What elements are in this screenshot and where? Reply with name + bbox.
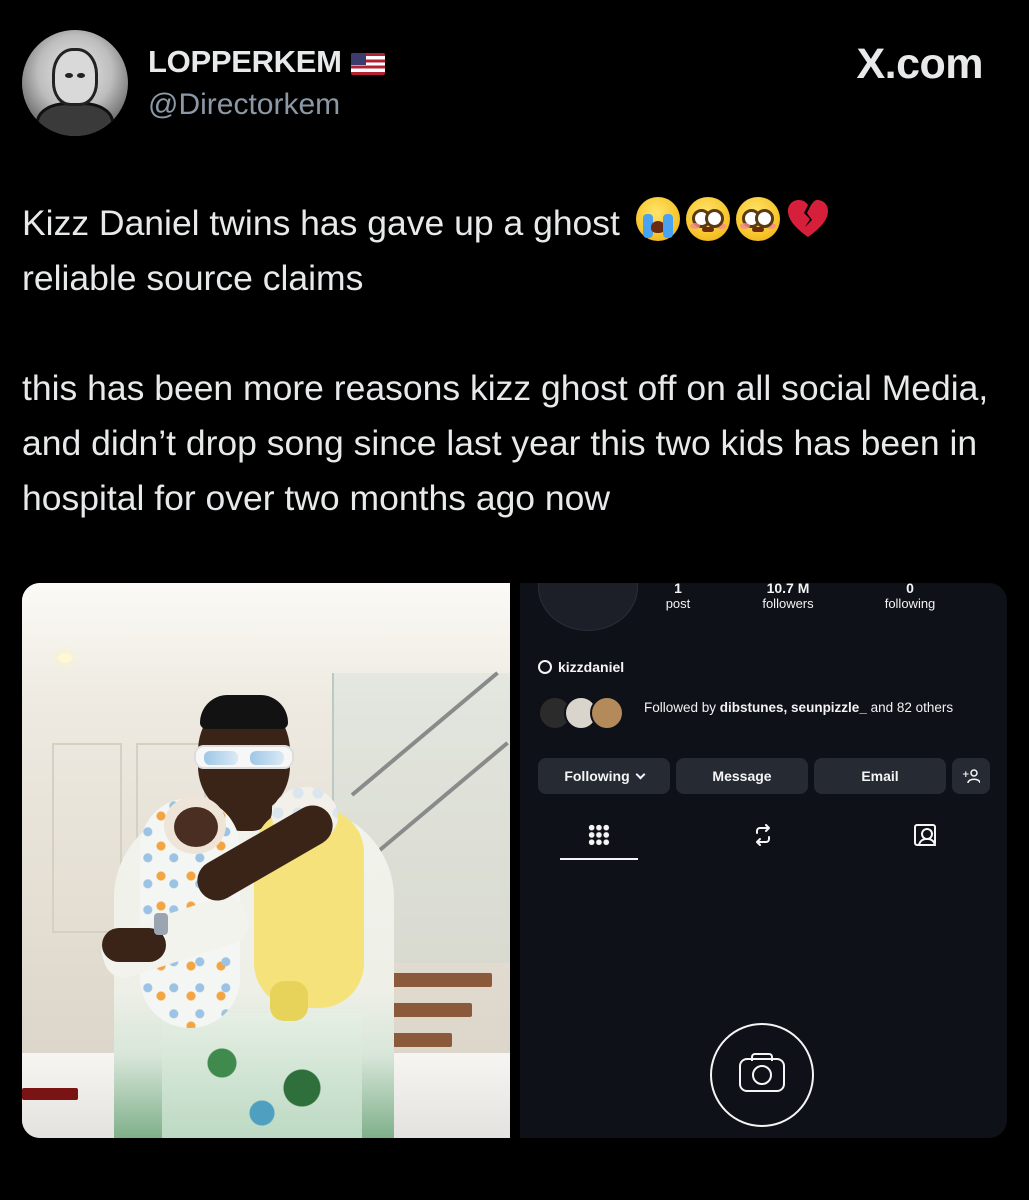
ig-profile-avatar (538, 583, 638, 631)
grid-icon (588, 824, 610, 846)
ig-mutual-avatars (538, 696, 624, 732)
loudly-crying-face-emoji-icon (635, 197, 680, 241)
avatar-illustration-face (52, 48, 98, 106)
tweet-paragraph-2: this has been more reasons kizz ghost of… (22, 368, 989, 518)
ig-email-button: Email (814, 758, 946, 794)
ig-followed-by-text: Followed by dibstunes, seunpizzle_ and 8… (644, 700, 954, 715)
man-holding-twins-photo[interactable] (22, 583, 510, 1138)
svg-text:+: + (962, 770, 970, 780)
ig-stat-followers: 10.7 M followers (762, 583, 814, 611)
ig-tagged-tab (905, 815, 945, 855)
tweet-text: Kizz Daniel twins has gave up a ghost re… (22, 196, 1012, 526)
ig-threads-link: kizzdaniel (538, 659, 624, 675)
avatar-eye (65, 73, 73, 78)
threads-icon (538, 660, 552, 674)
us-flag-icon (350, 53, 385, 75)
tweet-line-2: reliable source claims (22, 258, 364, 298)
camera-icon (739, 1053, 785, 1092)
ig-add-user-icon: + (952, 758, 990, 794)
avatar-eye (77, 73, 85, 78)
author-display-name[interactable]: LOPPERKEM (148, 44, 385, 80)
display-name-text: LOPPERKEM (148, 44, 342, 79)
ig-no-posts-camera (710, 1023, 814, 1127)
ig-message-button: Message (676, 758, 808, 794)
ig-stat-following: 0 following (884, 583, 936, 611)
ig-stat-posts: 1 post (665, 583, 691, 611)
ig-active-tab-indicator (560, 858, 638, 860)
instagram-profile-screenshot: 1 post 10.7 M followers 0 following kizz… (520, 583, 1007, 1138)
ig-reposts-tab (743, 815, 783, 855)
tweet-media[interactable]: 1 post 10.7 M followers 0 following kizz… (22, 583, 1007, 1138)
author-avatar[interactable] (22, 30, 128, 136)
avatar-illustration-body (36, 102, 114, 136)
repost-icon (756, 824, 770, 846)
x-logo: X.com (856, 40, 983, 88)
flushed-face-emoji-icon (735, 197, 780, 241)
flushed-face-emoji-icon (685, 197, 730, 241)
broken-heart-emoji-icon (787, 200, 828, 237)
tweet-line-1: Kizz Daniel twins has gave up a ghost (22, 196, 1012, 251)
chevron-down-icon (635, 769, 646, 779)
author-handle[interactable]: @Directorkem (148, 88, 340, 122)
tagged-person-icon (914, 824, 936, 846)
ig-grid-tab (579, 815, 619, 855)
ig-tab-bar (520, 815, 1007, 861)
ig-following-button: Following (538, 758, 670, 794)
tweet-line-1-text: Kizz Daniel twins has gave up a ghost (22, 203, 620, 243)
